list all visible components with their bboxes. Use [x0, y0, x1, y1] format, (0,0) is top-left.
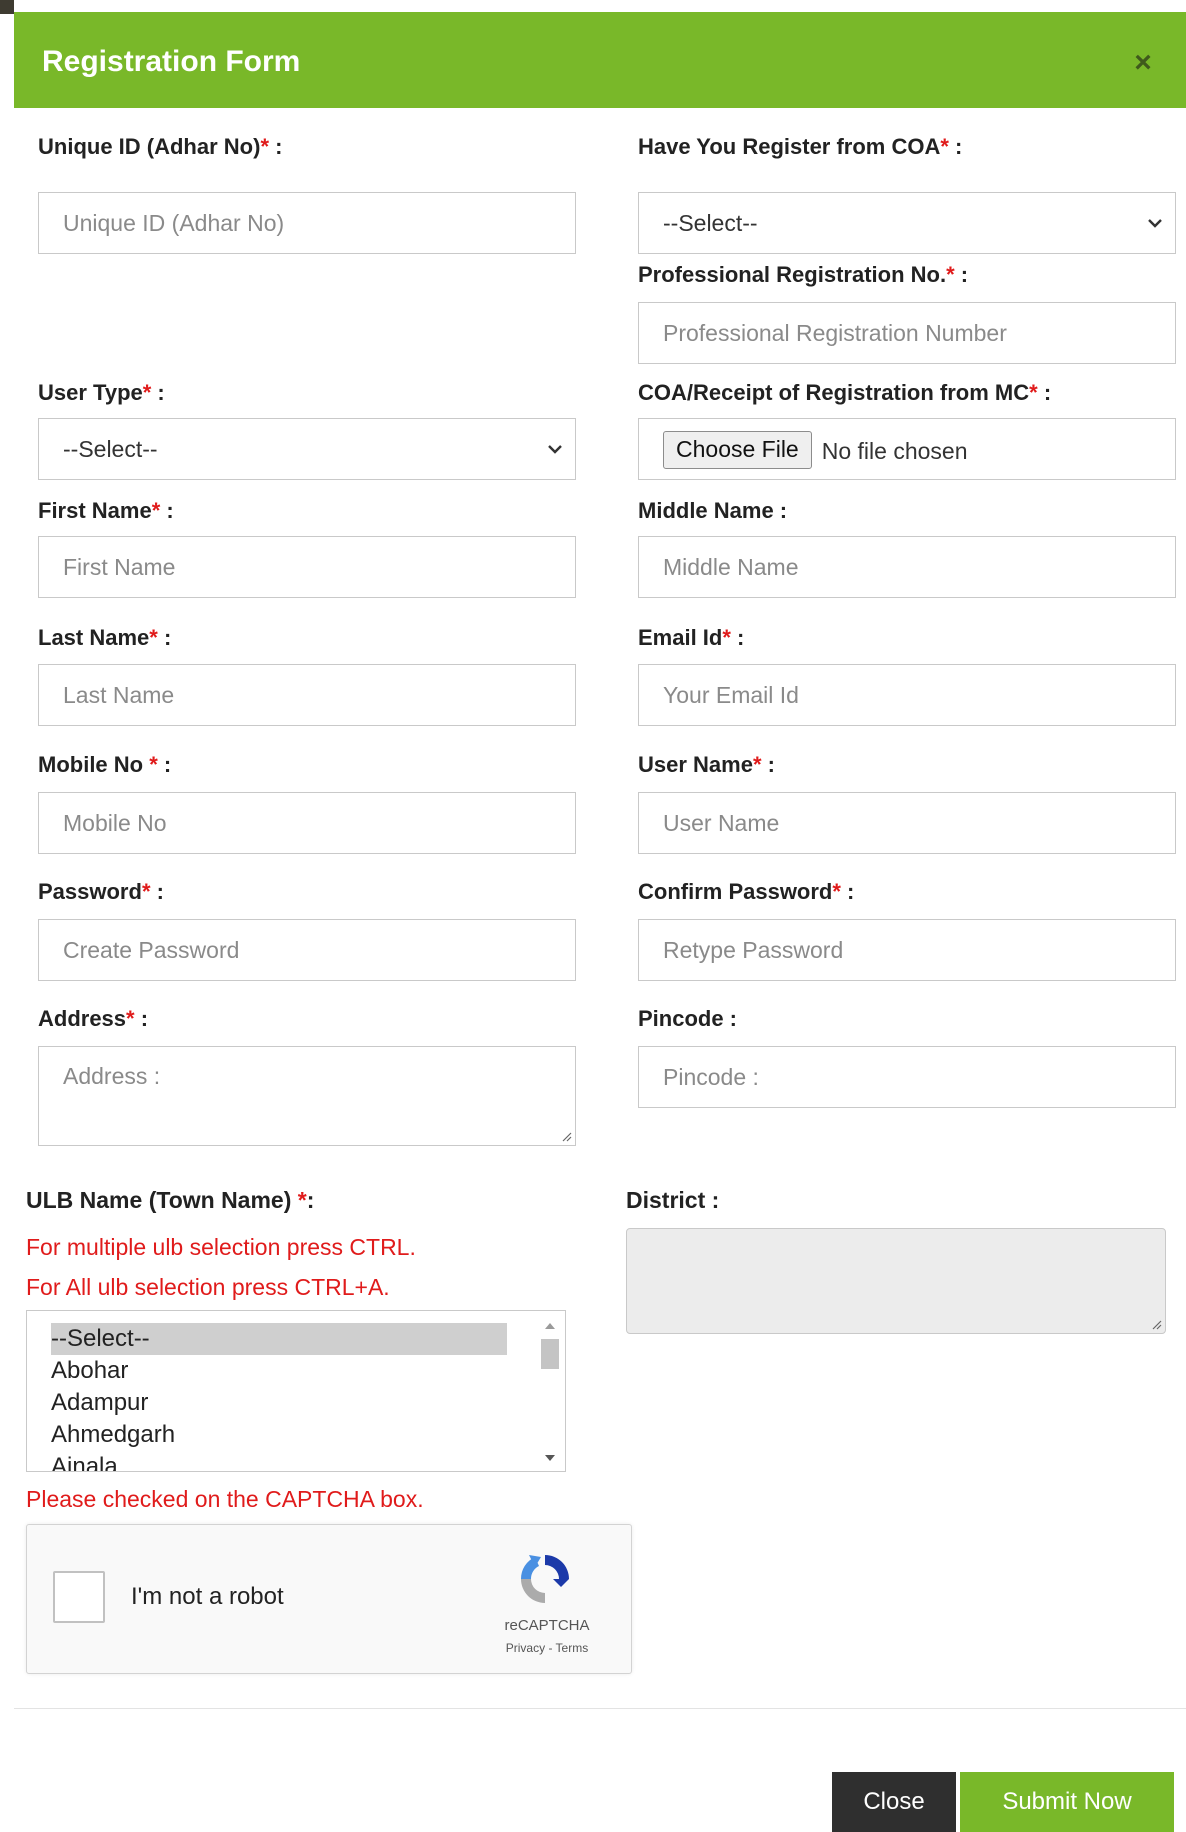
district-label: District :	[626, 1187, 720, 1213]
password-input[interactable]: Create Password	[38, 919, 576, 981]
middle-name-label: Middle Name :	[638, 498, 788, 523]
recaptcha-checkbox[interactable]	[53, 1571, 105, 1623]
last-name-label: Last Name* :	[38, 625, 172, 650]
first-name-label: First Name* :	[38, 498, 174, 523]
close-button[interactable]: Close	[832, 1772, 956, 1832]
close-icon[interactable]: ×	[1128, 48, 1158, 78]
listbox-scrollbar[interactable]	[539, 1315, 561, 1467]
address-label: Address* :	[38, 1006, 149, 1031]
modal-title: Registration Form	[42, 45, 301, 78]
recaptcha-privacy-terms[interactable]: Privacy - Terms	[487, 1641, 607, 1655]
footer-divider	[14, 1708, 1186, 1709]
email-input[interactable]: Your Email Id	[638, 664, 1176, 726]
resize-grip-icon[interactable]	[560, 1130, 572, 1142]
ulb-select-all-note: For All ulb selection press CTRL+A.	[26, 1274, 390, 1300]
confirm-password-input[interactable]: Retype Password	[638, 919, 1176, 981]
ulb-option[interactable]: Abohar	[51, 1355, 128, 1387]
ulb-option[interactable]: Adampur	[51, 1387, 148, 1419]
user-name-label: User Name* :	[638, 752, 775, 777]
ulb-multi-select-note: For multiple ulb selection press CTRL.	[26, 1234, 416, 1260]
coa-registered-select[interactable]: --Select--	[638, 192, 1176, 254]
recaptcha-widget: I'm not a robot reCAPTCHA Privacy - Term…	[26, 1524, 632, 1674]
professional-reg-label: Professional Registration No.* :	[638, 262, 969, 287]
password-label: Password* :	[38, 879, 164, 904]
mobile-label: Mobile No * :	[38, 752, 172, 777]
coa-registered-label: Have You Register from COA* :	[638, 134, 963, 159]
chevron-down-icon	[1147, 193, 1163, 253]
recaptcha-label: I'm not a robot	[131, 1583, 284, 1610]
confirm-password-label: Confirm Password* :	[638, 879, 855, 904]
user-type-select[interactable]: --Select--	[38, 418, 576, 480]
ulb-option[interactable]: Ajnala	[51, 1451, 118, 1471]
ulb-option[interactable]: --Select--	[51, 1323, 507, 1355]
last-name-input[interactable]: Last Name	[38, 664, 576, 726]
unique-id-label: Unique ID (Adhar No)* :	[38, 134, 283, 159]
choose-file-button[interactable]: Choose File	[663, 430, 812, 469]
coa-receipt-label: COA/Receipt of Registration from MC* :	[638, 380, 1052, 405]
chevron-down-icon	[547, 419, 563, 479]
file-status: No file chosen	[821, 437, 968, 464]
recaptcha-logo-icon	[520, 1555, 569, 1603]
captcha-error: Please checked on the CAPTCHA box.	[26, 1486, 424, 1512]
registration-modal: Registration Form × Unique ID (Adhar No)…	[14, 0, 1186, 1832]
email-label: Email Id* :	[638, 625, 745, 650]
address-placeholder: Address :	[63, 1063, 161, 1089]
first-name-input[interactable]: First Name	[38, 536, 576, 598]
coa-receipt-file-input: Choose File No file chosen	[638, 418, 1176, 480]
submit-button[interactable]: Submit Now	[960, 1772, 1174, 1832]
recaptcha-brand: reCAPTCHA	[504, 1617, 590, 1634]
mobile-input[interactable]: Mobile No	[38, 792, 576, 854]
ulb-option[interactable]: Ahmedgarh	[51, 1419, 175, 1451]
ulb-label: ULB Name (Town Name) *:	[26, 1187, 315, 1213]
user-name-input[interactable]: User Name	[638, 792, 1176, 854]
resize-grip-icon	[1152, 1320, 1162, 1330]
middle-name-input[interactable]: Middle Name	[638, 536, 1176, 598]
user-type-label: User Type* :	[38, 380, 165, 405]
coa-registered-value: --Select--	[663, 210, 758, 236]
modal-header: Registration Form ×	[14, 12, 1186, 108]
professional-reg-input[interactable]: Professional Registration Number	[638, 302, 1176, 364]
user-type-value: --Select--	[63, 436, 158, 462]
ulb-listbox[interactable]: --Select-- Abohar Adampur Ahmedgarh Ajna…	[26, 1310, 566, 1472]
pincode-input[interactable]: Pincode :	[638, 1046, 1176, 1108]
pincode-label: Pincode :	[638, 1006, 738, 1031]
address-textarea[interactable]: Address :	[38, 1046, 576, 1146]
unique-id-input[interactable]: Unique ID (Adhar No)	[38, 192, 576, 254]
district-textarea	[626, 1228, 1166, 1334]
